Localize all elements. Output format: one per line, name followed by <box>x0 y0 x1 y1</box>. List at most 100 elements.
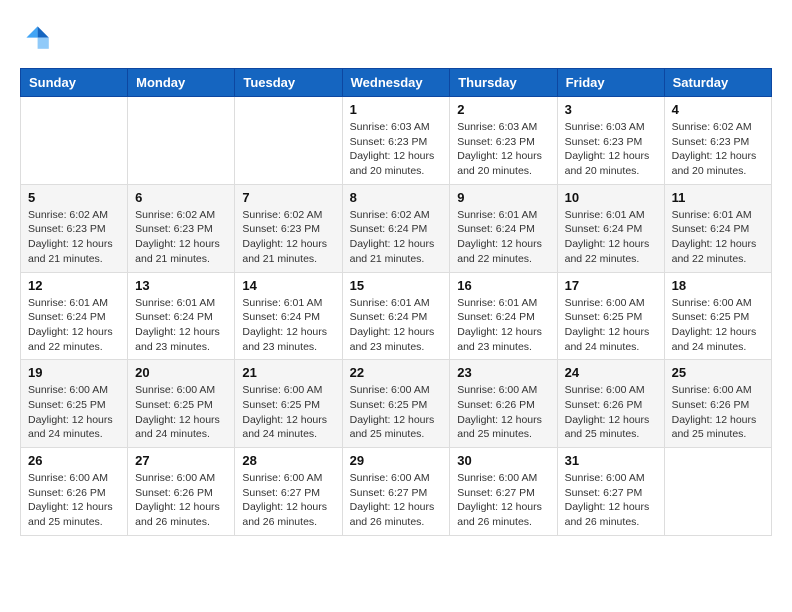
calendar-cell: 27 Sunrise: 6:00 AM Sunset: 6:26 PM Dayli… <box>128 448 235 536</box>
day-number: 25 <box>672 365 764 380</box>
calendar-cell: 14Sunrise: 6:01 AM Sunset: 6:24 PM Dayli… <box>235 272 342 360</box>
calendar-cell: 9 Sunrise: 6:01 AM Sunset: 6:24 PM Daylig… <box>450 184 557 272</box>
day-number: 22 <box>350 365 443 380</box>
calendar-cell: 1 Sunrise: 6:03 AM Sunset: 6:23 PM Daylig… <box>342 97 450 185</box>
day-number: 30 <box>457 453 549 468</box>
calendar-cell: 28Sunrise: 6:00 AM Sunset: 6:27 PM Dayli… <box>235 448 342 536</box>
day-number: 12 <box>28 278 120 293</box>
calendar-cell <box>664 448 771 536</box>
day-number: 11 <box>672 190 764 205</box>
day-info: Sunrise: 6:00 AM Sunset: 6:25 PM Dayligh… <box>672 296 764 355</box>
weekday-header: Wednesday <box>342 69 450 97</box>
day-number: 15 <box>350 278 443 293</box>
day-info: Sunrise: 6:00 AM Sunset: 6:27 PM Dayligh… <box>350 471 443 530</box>
weekday-header: Thursday <box>450 69 557 97</box>
day-number: 8 <box>350 190 443 205</box>
day-info: Sunrise: 6:00 AM Sunset: 6:25 PM Dayligh… <box>242 383 334 442</box>
calendar-cell: 11 Sunrise: 6:01 AM Sunset: 6:24 PM Dayli… <box>664 184 771 272</box>
day-number: 18 <box>672 278 764 293</box>
day-info: Sunrise: 6:00 AM Sunset: 6:27 PM Dayligh… <box>457 471 549 530</box>
calendar-cell: 8 Sunrise: 6:02 AM Sunset: 6:24 PM Daylig… <box>342 184 450 272</box>
calendar-cell <box>128 97 235 185</box>
calendar-cell: 16Sunrise: 6:01 AM Sunset: 6:24 PM Dayli… <box>450 272 557 360</box>
weekday-header: Saturday <box>664 69 771 97</box>
day-number: 27 <box>135 453 227 468</box>
day-number: 2 <box>457 102 549 117</box>
calendar-week-row: 19 Sunrise: 6:00 AM Sunset: 6:25 PM Dayli… <box>21 360 772 448</box>
calendar-cell: 18 Sunrise: 6:00 AM Sunset: 6:25 PM Dayli… <box>664 272 771 360</box>
day-number: 19 <box>28 365 120 380</box>
day-info: Sunrise: 6:02 AM Sunset: 6:23 PM Dayligh… <box>242 208 334 267</box>
day-info: Sunrise: 6:01 AM Sunset: 6:24 PM Dayligh… <box>457 208 549 267</box>
day-info: Sunrise: 6:00 AM Sunset: 6:27 PM Dayligh… <box>242 471 334 530</box>
calendar-cell: 5 Sunrise: 6:02 AM Sunset: 6:23 PM Daylig… <box>21 184 128 272</box>
day-number: 14 <box>242 278 334 293</box>
calendar-cell: 26Sunrise: 6:00 AM Sunset: 6:26 PM Dayli… <box>21 448 128 536</box>
calendar-cell <box>235 97 342 185</box>
day-number: 5 <box>28 190 120 205</box>
calendar-header-row: SundayMondayTuesdayWednesdayThursdayFrid… <box>21 69 772 97</box>
day-info: Sunrise: 6:02 AM Sunset: 6:23 PM Dayligh… <box>28 208 120 267</box>
day-info: Sunrise: 6:00 AM Sunset: 6:26 PM Dayligh… <box>457 383 549 442</box>
calendar-cell: 12 Sunrise: 6:01 AM Sunset: 6:24 PM Dayli… <box>21 272 128 360</box>
calendar-cell: 17 Sunrise: 6:00 AM Sunset: 6:25 PM Dayli… <box>557 272 664 360</box>
day-info: Sunrise: 6:00 AM Sunset: 6:26 PM Dayligh… <box>672 383 764 442</box>
day-number: 17 <box>565 278 657 293</box>
day-number: 1 <box>350 102 443 117</box>
calendar-cell: 10 Sunrise: 6:01 AM Sunset: 6:24 PM Dayli… <box>557 184 664 272</box>
day-number: 10 <box>565 190 657 205</box>
page-header <box>20 20 772 52</box>
calendar-cell: 6 Sunrise: 6:02 AM Sunset: 6:23 PM Daylig… <box>128 184 235 272</box>
day-info: Sunrise: 6:00 AM Sunset: 6:26 PM Dayligh… <box>135 471 227 530</box>
day-number: 13 <box>135 278 227 293</box>
day-info: Sunrise: 6:00 AM Sunset: 6:25 PM Dayligh… <box>350 383 443 442</box>
day-info: Sunrise: 6:01 AM Sunset: 6:24 PM Dayligh… <box>350 296 443 355</box>
calendar-cell: 31 Sunrise: 6:00 AM Sunset: 6:27 PM Dayli… <box>557 448 664 536</box>
day-info: Sunrise: 6:03 AM Sunset: 6:23 PM Dayligh… <box>457 120 549 179</box>
day-number: 3 <box>565 102 657 117</box>
day-info: Sunrise: 6:01 AM Sunset: 6:24 PM Dayligh… <box>672 208 764 267</box>
day-number: 21 <box>242 365 334 380</box>
day-info: Sunrise: 6:03 AM Sunset: 6:23 PM Dayligh… <box>565 120 657 179</box>
day-number: 29 <box>350 453 443 468</box>
day-number: 16 <box>457 278 549 293</box>
day-info: Sunrise: 6:01 AM Sunset: 6:24 PM Dayligh… <box>135 296 227 355</box>
calendar-cell: 7 Sunrise: 6:02 AM Sunset: 6:23 PM Daylig… <box>235 184 342 272</box>
calendar-cell: 19Sunrise: 6:00 AM Sunset: 6:25 PM Dayli… <box>21 360 128 448</box>
day-info: Sunrise: 6:02 AM Sunset: 6:24 PM Dayligh… <box>350 208 443 267</box>
weekday-header: Sunday <box>21 69 128 97</box>
day-info: Sunrise: 6:02 AM Sunset: 6:23 PM Dayligh… <box>135 208 227 267</box>
day-number: 20 <box>135 365 227 380</box>
day-info: Sunrise: 6:02 AM Sunset: 6:23 PM Dayligh… <box>672 120 764 179</box>
calendar-cell: 20 Sunrise: 6:00 AM Sunset: 6:25 PM Dayli… <box>128 360 235 448</box>
calendar-week-row: 1 Sunrise: 6:03 AM Sunset: 6:23 PM Daylig… <box>21 97 772 185</box>
day-info: Sunrise: 6:00 AM Sunset: 6:25 PM Dayligh… <box>565 296 657 355</box>
day-number: 4 <box>672 102 764 117</box>
calendar-week-row: 12 Sunrise: 6:01 AM Sunset: 6:24 PM Dayli… <box>21 272 772 360</box>
logo <box>20 20 56 52</box>
day-info: Sunrise: 6:00 AM Sunset: 6:26 PM Dayligh… <box>565 383 657 442</box>
day-number: 7 <box>242 190 334 205</box>
day-info: Sunrise: 6:00 AM Sunset: 6:27 PM Dayligh… <box>565 471 657 530</box>
weekday-header: Friday <box>557 69 664 97</box>
day-number: 24 <box>565 365 657 380</box>
calendar-cell: 4 Sunrise: 6:02 AM Sunset: 6:23 PM Daylig… <box>664 97 771 185</box>
day-info: Sunrise: 6:00 AM Sunset: 6:26 PM Dayligh… <box>28 471 120 530</box>
day-number: 6 <box>135 190 227 205</box>
day-info: Sunrise: 6:00 AM Sunset: 6:25 PM Dayligh… <box>135 383 227 442</box>
calendar-cell: 24 Sunrise: 6:00 AM Sunset: 6:26 PM Dayli… <box>557 360 664 448</box>
calendar-cell: 23 Sunrise: 6:00 AM Sunset: 6:26 PM Dayli… <box>450 360 557 448</box>
day-info: Sunrise: 6:01 AM Sunset: 6:24 PM Dayligh… <box>28 296 120 355</box>
weekday-header: Tuesday <box>235 69 342 97</box>
calendar-week-row: 26Sunrise: 6:00 AM Sunset: 6:26 PM Dayli… <box>21 448 772 536</box>
day-number: 31 <box>565 453 657 468</box>
calendar-cell: 3 Sunrise: 6:03 AM Sunset: 6:23 PM Daylig… <box>557 97 664 185</box>
day-info: Sunrise: 6:03 AM Sunset: 6:23 PM Dayligh… <box>350 120 443 179</box>
calendar-cell: 22 Sunrise: 6:00 AM Sunset: 6:25 PM Dayli… <box>342 360 450 448</box>
logo-icon <box>20 20 52 52</box>
calendar-cell <box>21 97 128 185</box>
day-info: Sunrise: 6:01 AM Sunset: 6:24 PM Dayligh… <box>565 208 657 267</box>
day-number: 9 <box>457 190 549 205</box>
calendar-cell: 25 Sunrise: 6:00 AM Sunset: 6:26 PM Dayli… <box>664 360 771 448</box>
day-number: 23 <box>457 365 549 380</box>
